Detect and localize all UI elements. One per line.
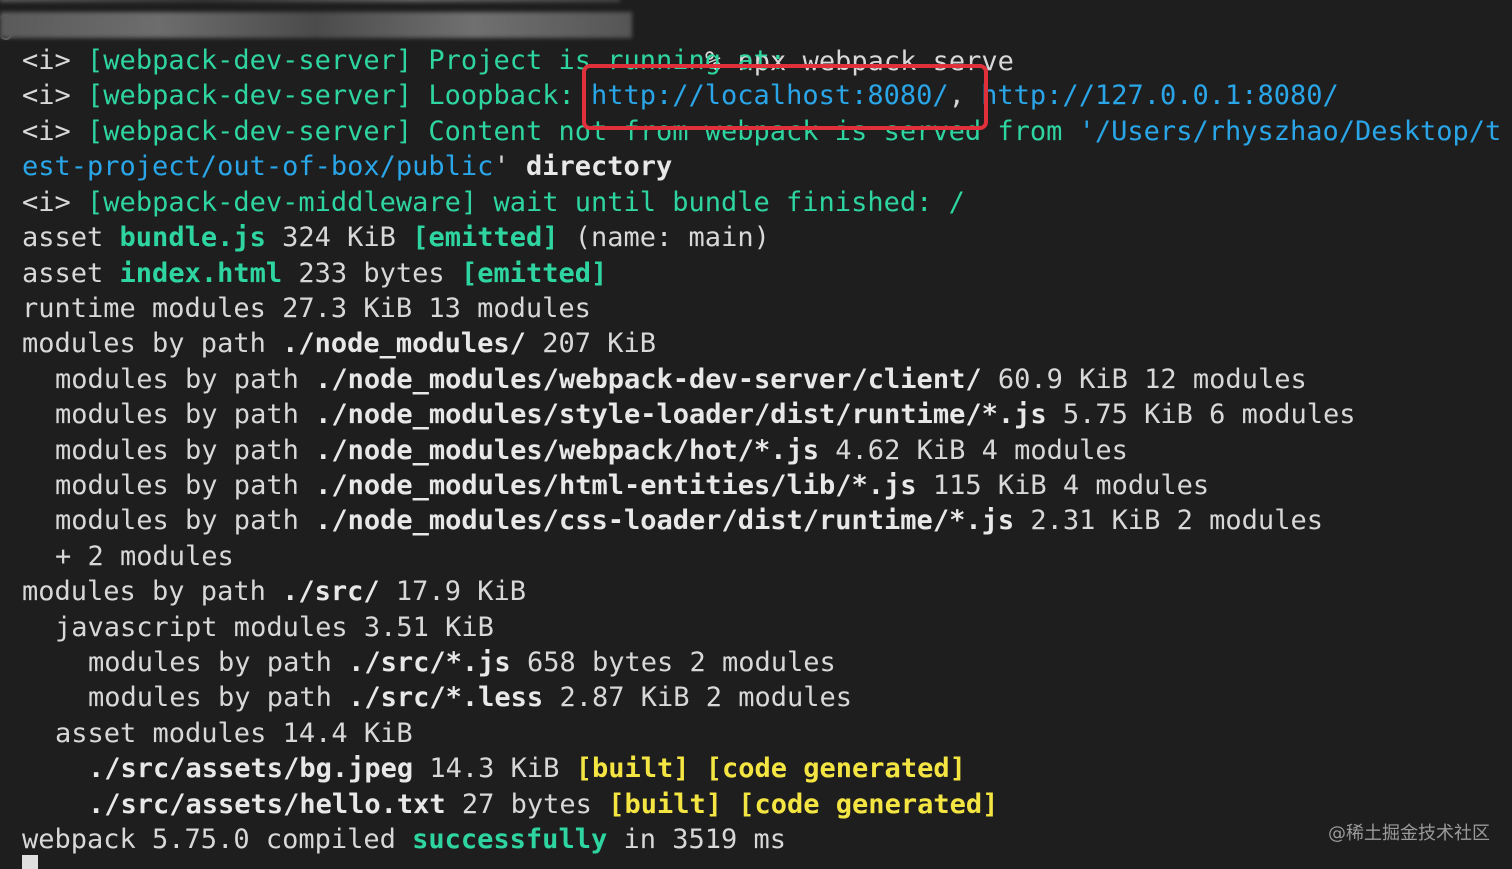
asset-filename: bundle.js bbox=[119, 222, 266, 253]
asset-modules-text: asset modules 14.4 KiB bbox=[55, 718, 413, 749]
modules-label: modules by path bbox=[55, 435, 299, 466]
module-size: 5.75 KiB 6 modules bbox=[1062, 399, 1356, 430]
command-line: % npx webpack serve bbox=[640, 8, 1014, 77]
asset-filename: index.html bbox=[119, 258, 283, 289]
asset-size: 233 bytes bbox=[298, 258, 445, 289]
modules-label: modules by path bbox=[22, 328, 266, 359]
javascript-modules-line: javascript modules 3.51 KiB bbox=[55, 610, 494, 646]
watermark: @稀土掘金技术社区 bbox=[1328, 823, 1490, 844]
compile-time: in 3519 ms bbox=[623, 824, 787, 855]
javascript-modules-text: javascript modules 3.51 KiB bbox=[55, 612, 494, 643]
module-size: 658 bytes 2 modules bbox=[526, 647, 836, 678]
asset-size: 27 bytes bbox=[461, 789, 592, 820]
module-size: 2.87 KiB 2 modules bbox=[559, 682, 853, 713]
compile-result-line: webpack 5.75.0 compiled successfully in … bbox=[22, 822, 786, 858]
log-source: [webpack-dev-server] bbox=[87, 45, 413, 76]
runtime-modules-line: runtime modules 27.3 KiB 13 modules bbox=[22, 291, 591, 327]
module-path: ./node_modules/webpack-dev-server/client… bbox=[315, 364, 982, 395]
public-path-link[interactable]: '/Users/rhyszhao/Desktop/t bbox=[1079, 116, 1502, 147]
asset-status: [emitted] bbox=[460, 258, 608, 289]
modules-line-src: modules by path ./src/ 17.9 KiB bbox=[22, 574, 526, 610]
asset-path: ./src/assets/bg.jpeg bbox=[88, 753, 414, 784]
asset-modules-line: asset modules 14.4 KiB bbox=[55, 716, 413, 752]
more-modules-text: + 2 modules bbox=[55, 541, 234, 572]
log-source: [webpack-dev-server] bbox=[87, 116, 413, 147]
modules-line-src-js: modules by path ./src/*.js 658 bytes 2 m… bbox=[88, 645, 836, 681]
asset-line-index: asset index.html 233 bytes [emitted] bbox=[22, 256, 607, 292]
module-path: ./node_modules/html-entities/lib/*.js bbox=[315, 470, 917, 501]
asset-file-hello: ./src/assets/hello.txt 27 bytes [built] … bbox=[88, 787, 998, 823]
log-message-tail: directory bbox=[525, 151, 673, 182]
modules-label: modules by path bbox=[55, 364, 299, 395]
highlight-annotation-box bbox=[582, 64, 988, 130]
asset-label: asset bbox=[22, 258, 104, 289]
quote: ' bbox=[493, 151, 510, 182]
loopback-ip-url-link[interactable]: http://127.0.0.1:8080/ bbox=[981, 80, 1339, 111]
asset-line-bundle: asset bundle.js 324 KiB [emitted] (name:… bbox=[22, 220, 770, 256]
log-tag: <i> bbox=[22, 45, 71, 76]
compile-label: webpack 5.75.0 compiled bbox=[22, 824, 396, 855]
module-size: 60.9 KiB 12 modules bbox=[997, 364, 1307, 395]
module-path: ./node_modules/ bbox=[282, 328, 526, 359]
module-size: 2.31 KiB 2 modules bbox=[1030, 505, 1323, 536]
asset-extra: (name: main) bbox=[574, 222, 770, 253]
asset-size: 324 KiB bbox=[282, 222, 396, 253]
log-line-4: <i> [webpack-dev-middleware] wait until … bbox=[22, 185, 965, 221]
modules-line-webpack-hot: modules by path ./node_modules/webpack/h… bbox=[55, 433, 1128, 469]
module-size: 207 KiB bbox=[542, 328, 657, 359]
public-path-link-cont[interactable]: est-project/out-of-box/public bbox=[22, 151, 493, 182]
modules-line-node: modules by path ./node_modules/ 207 KiB bbox=[22, 326, 656, 362]
log-tag: <i> bbox=[22, 116, 71, 147]
module-path: ./node_modules/css-loader/dist/runtime/*… bbox=[315, 505, 1015, 536]
modules-line-style-loader: modules by path ./node_modules/style-loa… bbox=[55, 397, 1355, 433]
obscured-previous-line bbox=[0, 0, 620, 2]
module-path: ./src/*.less bbox=[348, 682, 544, 713]
log-tag: <i> bbox=[22, 80, 71, 111]
asset-path: ./src/assets/hello.txt bbox=[88, 789, 446, 820]
runtime-modules-text: runtime modules 27.3 KiB 13 modules bbox=[22, 293, 591, 324]
asset-file-bg: ./src/assets/bg.jpeg 14.3 KiB [built] [c… bbox=[88, 751, 966, 787]
code-generated-badge: [code generated] bbox=[738, 789, 999, 820]
module-size: 4.62 KiB 4 modules bbox=[835, 435, 1128, 466]
obscured-prompt-path bbox=[0, 12, 632, 38]
modules-label: modules by path bbox=[55, 470, 299, 501]
modules-line-dev-server: modules by path ./node_modules/webpack-d… bbox=[55, 362, 1307, 398]
log-message: Loopback: bbox=[428, 80, 575, 111]
log-message: wait until bundle finished: / bbox=[493, 187, 965, 218]
modules-label: modules by path bbox=[55, 505, 299, 536]
log-source: [webpack-dev-middleware] bbox=[87, 187, 478, 218]
module-path: ./src/*.js bbox=[348, 647, 511, 678]
built-badge: [built] bbox=[575, 753, 690, 784]
asset-size: 14.3 KiB bbox=[429, 753, 560, 784]
module-size: 115 KiB 4 modules bbox=[932, 470, 1210, 501]
built-badge: [built] bbox=[608, 789, 722, 820]
asset-status: [emitted] bbox=[412, 222, 559, 253]
modules-line-html-entities: modules by path ./node_modules/html-enti… bbox=[55, 468, 1209, 504]
module-path: ./src/ bbox=[282, 576, 380, 607]
log-source: [webpack-dev-server] bbox=[87, 80, 413, 111]
more-modules-line: + 2 modules bbox=[55, 539, 234, 575]
module-size: 17.9 KiB bbox=[395, 576, 526, 607]
terminal-window[interactable]: % npx webpack serve <i> [webpack-dev-ser… bbox=[0, 0, 1512, 869]
module-path: ./node_modules/style-loader/dist/runtime… bbox=[315, 399, 1047, 430]
modules-label: modules by path bbox=[55, 399, 299, 430]
code-generated-badge: [code generated] bbox=[705, 753, 966, 784]
log-tag: <i> bbox=[22, 187, 71, 218]
module-path: ./node_modules/webpack/hot/*.js bbox=[315, 435, 820, 466]
log-line-3-wrap: est-project/out-of-box/public' directory bbox=[22, 149, 672, 185]
compile-status: successfully bbox=[412, 824, 608, 855]
modules-line-css-loader: modules by path ./node_modules/css-loade… bbox=[55, 503, 1323, 539]
modules-label: modules by path bbox=[88, 682, 332, 713]
asset-label: asset bbox=[22, 222, 104, 253]
modules-label: modules by path bbox=[88, 647, 332, 678]
modules-line-src-less: modules by path ./src/*.less 2.87 KiB 2 … bbox=[88, 680, 852, 716]
modules-label: modules by path bbox=[22, 576, 266, 607]
